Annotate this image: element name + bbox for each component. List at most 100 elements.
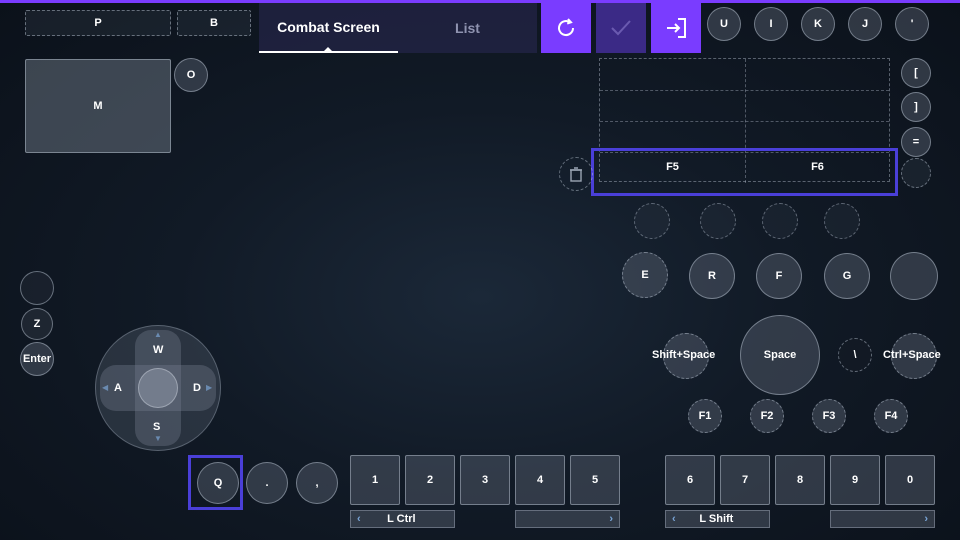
key-1[interactable]: 1 bbox=[350, 455, 400, 505]
key-g-label: G bbox=[842, 270, 852, 282]
dpad-left-label[interactable]: A bbox=[114, 382, 122, 394]
key-bracket-close[interactable]: ] bbox=[901, 92, 931, 122]
key-comma-label: , bbox=[315, 477, 319, 489]
chevron-down-icon: ▼ bbox=[154, 434, 162, 443]
key-g[interactable]: G bbox=[824, 253, 870, 299]
key-comma[interactable]: , bbox=[296, 462, 338, 504]
modifier-selector-right-empty[interactable]: › bbox=[830, 510, 935, 528]
key-shift-space-label: Shift+Space bbox=[652, 349, 716, 361]
key-space[interactable]: Space bbox=[740, 315, 820, 395]
key-empty-right[interactable] bbox=[901, 158, 931, 188]
modifier-selector-left-empty[interactable]: › bbox=[515, 510, 620, 528]
key-2[interactable]: 2 bbox=[405, 455, 455, 505]
key-6-label: 6 bbox=[686, 474, 694, 486]
key-f4-label: F4 bbox=[884, 410, 898, 422]
dpad-center[interactable] bbox=[138, 368, 178, 408]
key-9-label: 9 bbox=[851, 474, 859, 486]
skill-slot[interactable] bbox=[824, 203, 860, 239]
modifier-selector-left[interactable]: ‹ L Ctrl bbox=[350, 510, 455, 528]
key-e[interactable]: E bbox=[622, 252, 668, 298]
key-1-label: 1 bbox=[371, 474, 379, 486]
key-7-label: 7 bbox=[741, 474, 749, 486]
key-4[interactable]: 4 bbox=[515, 455, 565, 505]
exit-button[interactable] bbox=[651, 3, 701, 53]
chevron-right-icon[interactable]: › bbox=[924, 513, 928, 525]
key-5[interactable]: 5 bbox=[570, 455, 620, 505]
key-0-label: 0 bbox=[906, 474, 914, 486]
key-backslash[interactable]: \ bbox=[838, 338, 872, 372]
key-period-label: . bbox=[265, 477, 269, 489]
key-enter[interactable]: Enter bbox=[20, 342, 54, 376]
key-8[interactable]: 8 bbox=[775, 455, 825, 505]
tab-combat-screen[interactable]: Combat Screen bbox=[259, 3, 398, 53]
key-z[interactable]: Z bbox=[21, 308, 53, 340]
chevron-left-icon: ◀ bbox=[102, 383, 109, 392]
key-z-label: Z bbox=[33, 318, 41, 330]
key-j[interactable]: J bbox=[848, 7, 882, 41]
dpad-down-label[interactable]: S bbox=[153, 421, 160, 433]
delete-button[interactable] bbox=[559, 157, 593, 191]
exit-icon bbox=[667, 18, 686, 38]
key-backslash-label: \ bbox=[853, 349, 857, 361]
key-f1[interactable]: F1 bbox=[688, 399, 722, 433]
key-enter-label: Enter bbox=[22, 353, 52, 365]
key-ctrl-space-label: Ctrl+Space bbox=[883, 349, 941, 361]
key-b-label: B bbox=[210, 17, 218, 29]
key-i[interactable]: I bbox=[754, 7, 788, 41]
key-f[interactable]: F bbox=[756, 253, 802, 299]
key-period[interactable]: . bbox=[246, 462, 288, 504]
key-r[interactable]: R bbox=[689, 253, 735, 299]
key-bracket-open[interactable]: [ bbox=[901, 58, 931, 88]
dpad-up-label[interactable]: W bbox=[153, 344, 163, 356]
key-u[interactable]: U bbox=[707, 7, 741, 41]
chevron-left-icon[interactable]: ‹ bbox=[672, 513, 676, 525]
key-f4[interactable]: F4 bbox=[874, 399, 908, 433]
key-i-label: I bbox=[769, 18, 773, 30]
key-equals[interactable]: = bbox=[901, 127, 931, 157]
dpad-right-label[interactable]: D bbox=[193, 382, 201, 394]
key-b[interactable]: B bbox=[177, 10, 251, 36]
key-quote[interactable]: ' bbox=[895, 7, 929, 41]
chevron-left-icon[interactable]: ‹ bbox=[357, 513, 361, 525]
skill-slot[interactable] bbox=[762, 203, 798, 239]
key-3[interactable]: 3 bbox=[460, 455, 510, 505]
key-p[interactable]: P bbox=[25, 10, 171, 36]
key-3-label: 3 bbox=[481, 474, 489, 486]
tab-list[interactable]: List bbox=[398, 3, 537, 53]
key-p-label: P bbox=[94, 17, 102, 29]
key-5-label: 5 bbox=[591, 474, 599, 486]
key-f2[interactable]: F2 bbox=[750, 399, 784, 433]
key-bracket-open-label: [ bbox=[914, 67, 918, 79]
key-empty-left[interactable] bbox=[20, 271, 54, 305]
key-empty-skill[interactable] bbox=[890, 252, 938, 300]
key-k-label: K bbox=[814, 18, 822, 30]
confirm-button[interactable] bbox=[596, 3, 646, 53]
key-m-label: M bbox=[93, 100, 103, 112]
key-k[interactable]: K bbox=[801, 7, 835, 41]
key-m-minimap[interactable]: M bbox=[25, 59, 171, 153]
reset-button[interactable] bbox=[541, 3, 591, 53]
skill-slot[interactable] bbox=[700, 203, 736, 239]
key-7[interactable]: 7 bbox=[720, 455, 770, 505]
tab-caret-icon bbox=[323, 47, 333, 52]
key-4-label: 4 bbox=[536, 474, 544, 486]
check-icon bbox=[611, 20, 631, 36]
reset-icon bbox=[558, 18, 575, 37]
chevron-right-icon: ▶ bbox=[206, 383, 213, 392]
key-r-label: R bbox=[708, 270, 716, 282]
key-6[interactable]: 6 bbox=[665, 455, 715, 505]
key-8-label: 8 bbox=[796, 474, 804, 486]
selection-highlight-q bbox=[188, 455, 243, 510]
key-0[interactable]: 0 bbox=[885, 455, 935, 505]
key-f3[interactable]: F3 bbox=[812, 399, 846, 433]
key-9[interactable]: 9 bbox=[830, 455, 880, 505]
selection-highlight-f5-f6 bbox=[591, 148, 898, 196]
modifier-left-label: L Ctrl bbox=[387, 513, 416, 525]
key-f3-label: F3 bbox=[822, 410, 836, 422]
modifier-selector-right[interactable]: ‹ L Shift bbox=[665, 510, 770, 528]
key-j-label: J bbox=[861, 18, 869, 30]
chevron-right-icon[interactable]: › bbox=[609, 513, 613, 525]
skill-slot[interactable] bbox=[634, 203, 670, 239]
tab-bar: Combat Screen List bbox=[259, 3, 537, 53]
key-o[interactable]: O bbox=[174, 58, 208, 92]
